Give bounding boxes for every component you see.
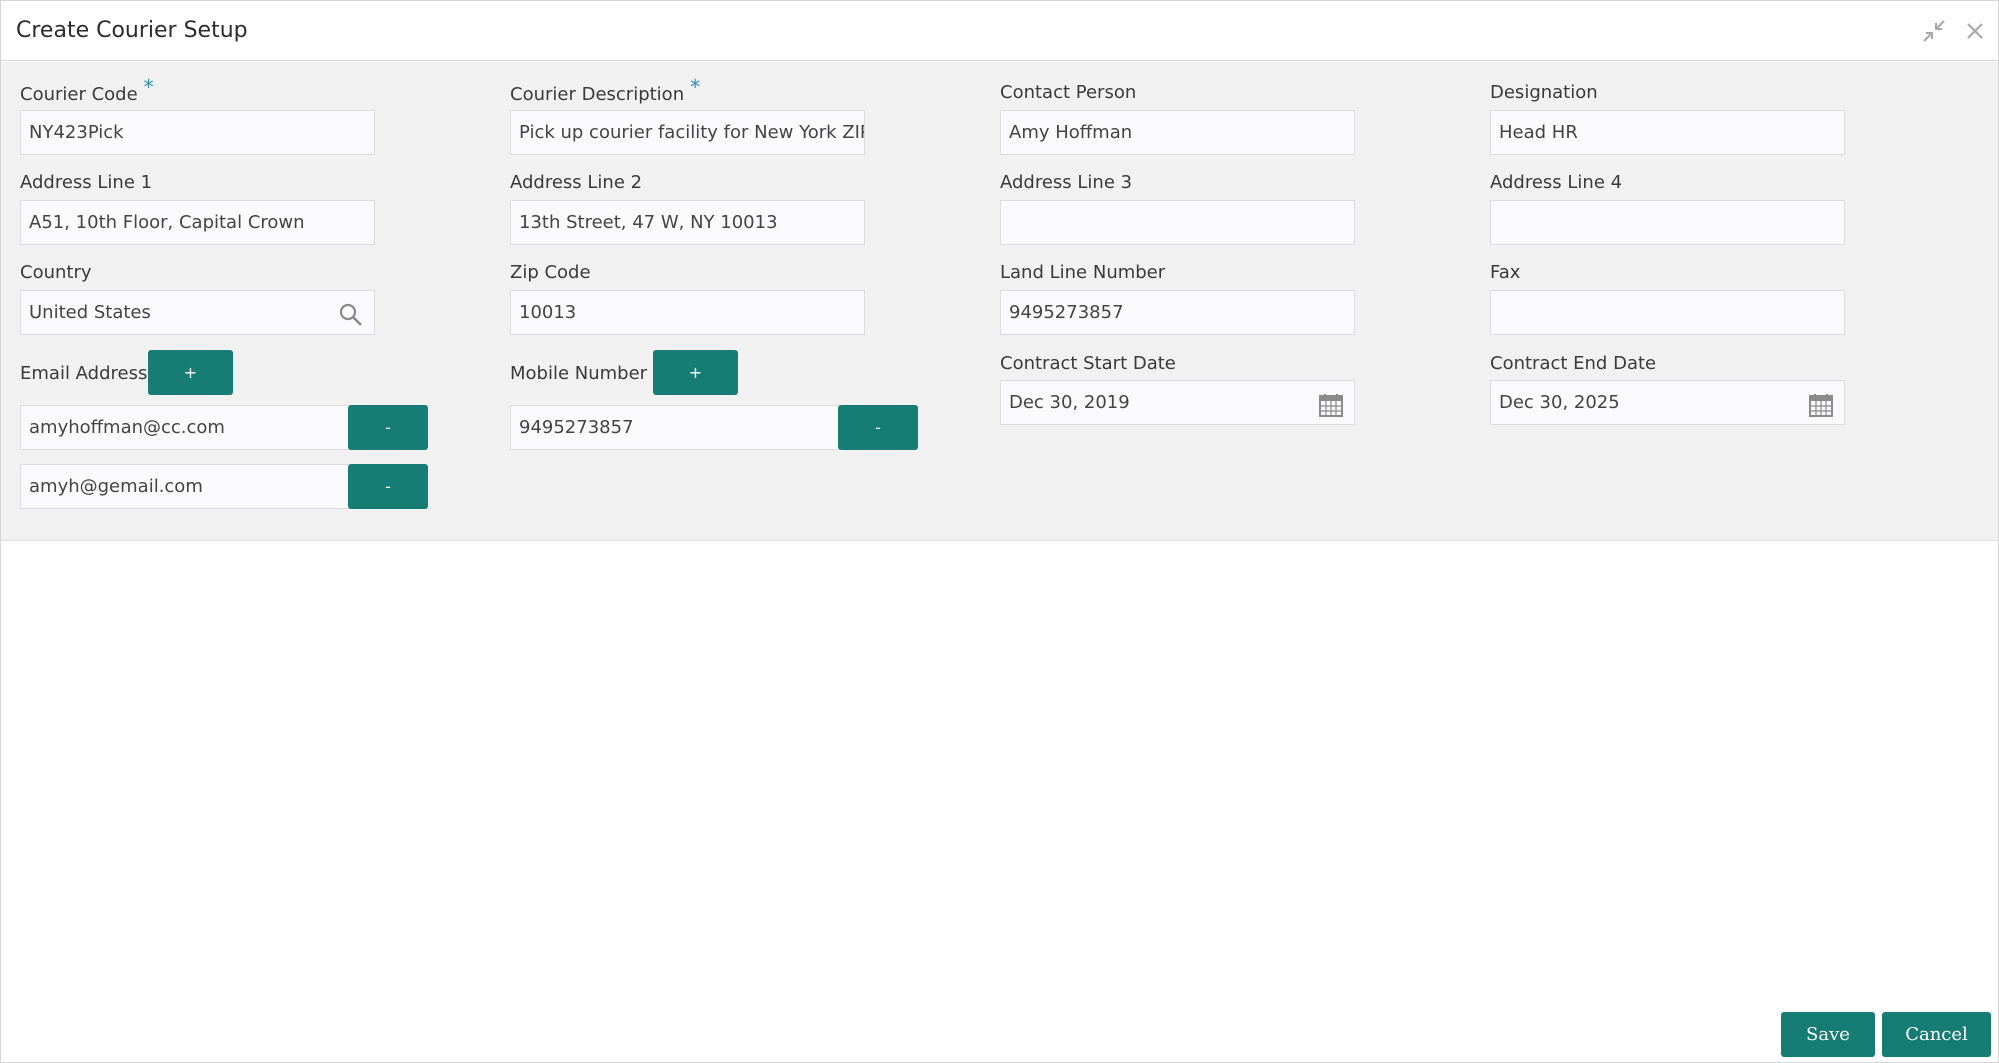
address-line-2-label: Address Line 2 — [510, 172, 643, 193]
remove-email-button[interactable]: - — [348, 405, 428, 450]
zip-code-label: Zip Code — [510, 262, 591, 283]
add-mobile-button[interactable]: + — [653, 350, 738, 395]
zip-code-group: Zip Code — [510, 261, 865, 285]
designation-input[interactable]: Head HR — [1490, 110, 1845, 155]
fax-input[interactable] — [1490, 290, 1845, 335]
search-icon[interactable] — [338, 301, 364, 327]
address-line-3-label: Address Line 3 — [1000, 172, 1133, 193]
address-line-2-input[interactable]: 13th Street, 47 W, NY 10013 — [510, 200, 865, 245]
courier-description-input[interactable]: Pick up courier facility for New York ZI… — [510, 110, 865, 155]
close-icon[interactable] — [1961, 17, 1989, 45]
mobile-number-group: Mobile Number — [510, 362, 655, 386]
mobile-entry-input[interactable]: 9495273857 — [510, 405, 840, 450]
remove-email-button[interactable]: - — [348, 464, 428, 509]
contact-person-input[interactable]: Amy Hoffman — [1000, 110, 1355, 155]
courier-setup-window: Create Courier Setup Courier Code * NY423… — [0, 0, 1999, 1063]
address-line-4-group: Address Line 4 — [1490, 171, 1845, 195]
designation-group: Designation — [1490, 81, 1845, 105]
email-address-group: Email Address — [20, 362, 150, 386]
designation-label: Designation — [1490, 82, 1598, 103]
contact-person-label: Contact Person — [1000, 82, 1137, 103]
country-group: Country — [20, 261, 375, 285]
address-line-4-label: Address Line 4 — [1490, 172, 1623, 193]
contract-end-date-value: Dec 30, 2025 — [1499, 392, 1620, 413]
country-label: Country — [20, 262, 92, 283]
contract-start-date-label: Contract Start Date — [1000, 353, 1176, 374]
email-address-label: Email Address — [20, 363, 148, 384]
address-line-3-input[interactable] — [1000, 200, 1355, 245]
courier-code-label: Courier Code * — [20, 75, 154, 105]
address-line-1-input[interactable]: A51, 10th Floor, Capital Crown — [20, 200, 375, 245]
cancel-button[interactable]: Cancel — [1882, 1012, 1991, 1057]
compress-arrows-icon[interactable] — [1920, 17, 1948, 45]
calendar-icon[interactable] — [1318, 391, 1344, 417]
required-mark: * — [143, 75, 154, 99]
form-area: Courier Code * NY423Pick Courier Descript… — [1, 62, 1998, 541]
contract-end-date-group: Contract End Date — [1490, 352, 1845, 376]
address-line-4-input[interactable] — [1490, 200, 1845, 245]
required-mark: * — [690, 75, 701, 99]
add-email-button[interactable]: + — [148, 350, 233, 395]
contract-start-date-group: Contract Start Date — [1000, 352, 1355, 376]
courier-code-input[interactable]: NY423Pick — [20, 110, 375, 155]
address-line-1-label: Address Line 1 — [20, 172, 153, 193]
calendar-icon[interactable] — [1808, 391, 1834, 417]
contract-end-date-label: Contract End Date — [1490, 353, 1657, 374]
address-line-2-group: Address Line 2 — [510, 171, 865, 195]
remove-mobile-button[interactable]: - — [838, 405, 918, 450]
contract-start-date-input[interactable]: Dec 30, 2019 — [1000, 380, 1355, 425]
address-line-1-group: Address Line 1 — [20, 171, 375, 195]
courier-description-label: Courier Description * — [510, 75, 701, 105]
contract-start-date-value: Dec 30, 2019 — [1009, 392, 1130, 413]
mobile-number-label: Mobile Number — [510, 363, 648, 384]
courier-code-group: Courier Code * — [20, 75, 375, 105]
fax-group: Fax — [1490, 261, 1845, 285]
fax-label: Fax — [1490, 262, 1521, 283]
window-title: Create Courier Setup — [16, 18, 248, 43]
land-line-number-group: Land Line Number — [1000, 261, 1355, 285]
zip-code-input[interactable]: 10013 — [510, 290, 865, 335]
email-entry-input[interactable]: amyh@gemail.com — [20, 464, 350, 509]
contact-person-group: Contact Person — [1000, 81, 1355, 105]
email-entry-input[interactable]: amyhoffman@cc.com — [20, 405, 350, 450]
address-line-3-group: Address Line 3 — [1000, 171, 1355, 195]
land-line-number-label: Land Line Number — [1000, 262, 1166, 283]
country-value: United States — [29, 302, 151, 323]
land-line-number-input[interactable]: 9495273857 — [1000, 290, 1355, 335]
courier-description-group: Courier Description * — [510, 75, 865, 105]
country-input[interactable]: United States — [20, 290, 375, 335]
save-button[interactable]: Save — [1781, 1012, 1875, 1057]
contract-end-date-input[interactable]: Dec 30, 2025 — [1490, 380, 1845, 425]
title-bar: Create Courier Setup — [1, 1, 1998, 61]
